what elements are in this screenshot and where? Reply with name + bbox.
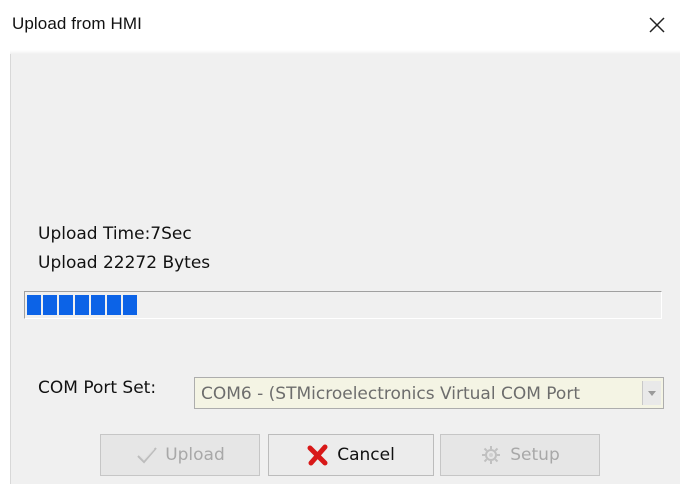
upload-time-text: Upload Time:7Sec [38, 224, 192, 244]
progress-block [59, 295, 73, 315]
progress-block [27, 295, 41, 315]
upload-bytes-text: Upload 22272 Bytes [38, 253, 211, 273]
setup-button-label: Setup [510, 445, 560, 465]
upload-progress-bar [24, 291, 662, 319]
upload-button-label: Upload [165, 445, 225, 465]
setup-button[interactable]: Setup [440, 434, 600, 476]
title-bar: Upload from HMI [0, 0, 680, 52]
gear-icon [480, 444, 502, 466]
com-port-label: COM Port Set: [38, 378, 157, 398]
window-title: Upload from HMI [12, 14, 142, 33]
com-port-selected-value: COM6 - (STMicroelectronics Virtual COM P… [201, 384, 580, 404]
progress-block [107, 295, 121, 315]
close-icon[interactable] [644, 12, 670, 38]
progress-block [43, 295, 57, 315]
progress-fill [27, 295, 137, 315]
red-x-icon [307, 444, 329, 466]
chevron-down-icon[interactable] [642, 381, 661, 405]
cancel-button[interactable]: Cancel [268, 434, 434, 476]
com-port-select[interactable]: COM6 - (STMicroelectronics Virtual COM P… [194, 377, 664, 409]
cancel-button-label: Cancel [337, 445, 395, 465]
title-divider [10, 50, 680, 54]
upload-button[interactable]: Upload [100, 434, 260, 476]
progress-block [123, 295, 137, 315]
progress-block [75, 295, 89, 315]
progress-block [91, 295, 105, 315]
checkmark-icon [135, 444, 157, 466]
